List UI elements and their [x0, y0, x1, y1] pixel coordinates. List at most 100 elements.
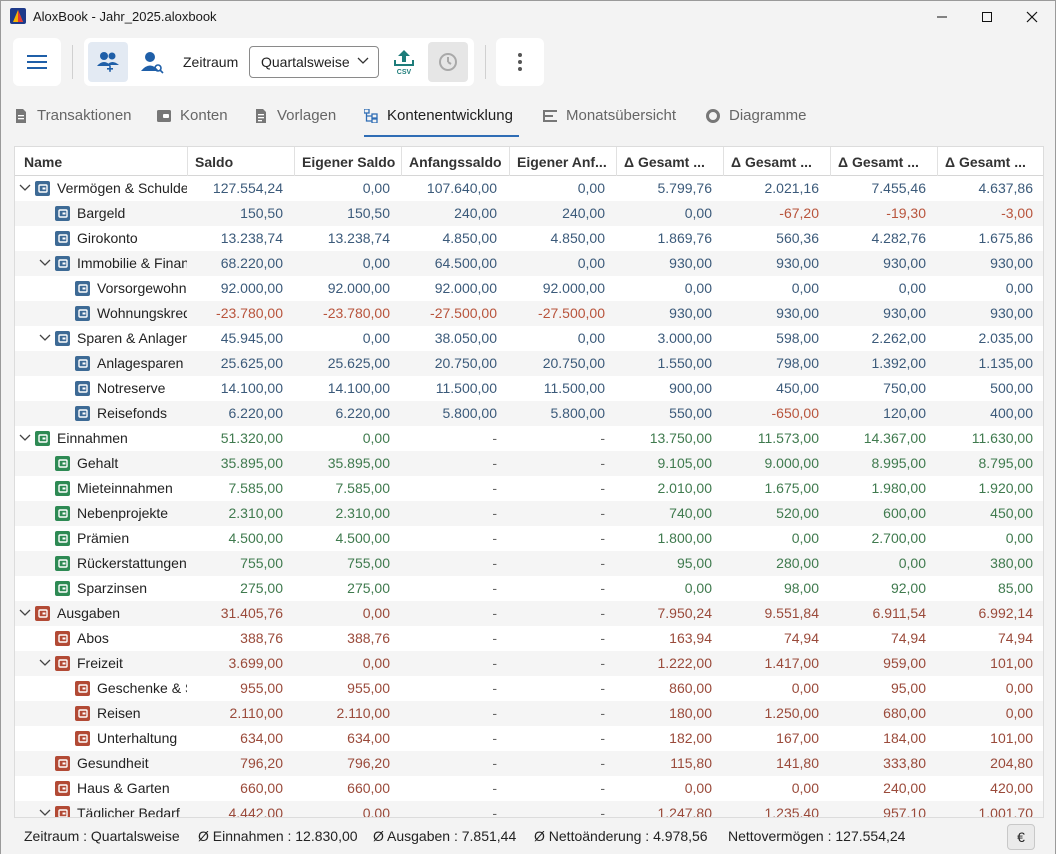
tab-vorlagen[interactable]: Vorlagen — [254, 107, 336, 137]
value-cell: 45.945,00 — [220, 330, 283, 346]
account-wallet-icon — [55, 456, 70, 471]
account-name: Vorsorgewohnung — [97, 280, 187, 296]
column-header[interactable]: Δ Gesamt ... — [624, 154, 724, 170]
value-cell: 115,80 — [670, 755, 712, 771]
app-window: AloxBook - Jahr_2025.aloxbook CSV Zeitra… — [0, 0, 1056, 854]
column-header[interactable]: Saldo — [195, 154, 295, 170]
value-cell: 560,36 — [776, 230, 819, 246]
more-options-button[interactable] — [500, 42, 540, 82]
tab-kontenentwicklung[interactable]: Kontenentwicklung — [364, 107, 513, 137]
column-separator[interactable] — [294, 147, 295, 176]
table-row[interactable]: Sparzinsen 275,00 275,00 - - 0,00 98,00 92,00 85… — [15, 576, 1043, 601]
value-cell: 3.000,00 — [657, 330, 713, 346]
table-row[interactable]: Notreserve 14.100,00 14.100,00 11.500,00 11.… — [15, 376, 1043, 401]
value-cell: - — [492, 480, 497, 496]
maximize-button[interactable] — [964, 1, 1010, 32]
table-row[interactable]: Prämien 4.500,00 4.500,00 - - 1.800,00 0,00 2.7… — [15, 526, 1043, 551]
value-cell: 240,00 — [454, 205, 497, 221]
tab-konten[interactable]: Konten — [157, 107, 228, 137]
value-cell: 180,00 — [669, 705, 712, 721]
column-separator[interactable] — [509, 147, 510, 176]
value-cell: 98,00 — [783, 580, 819, 596]
column-separator[interactable] — [830, 147, 831, 176]
column-separator[interactable] — [187, 147, 188, 176]
account-wallet-icon — [55, 206, 70, 221]
expand-chevron-icon[interactable] — [39, 807, 51, 818]
table-row[interactable]: Girokonto 13.238,74 13.238,74 4.850,00 4.850… — [15, 226, 1043, 251]
table-row[interactable]: Freizeit 3.699,00 0,00 - - 1.222,00 1.417,00 95… — [15, 651, 1043, 676]
account-wallet-icon — [75, 706, 90, 721]
csv-export-button[interactable]: CSV — [384, 42, 424, 82]
table-row[interactable]: Einnahmen 51.320,00 0,00 - - 13.750,00 11.573,… — [15, 426, 1043, 451]
table-row[interactable]: Vermögen & Schulden 127.554,24 0,00 107.640… — [15, 176, 1043, 201]
minimize-button[interactable] — [919, 1, 965, 32]
account-wallet-icon — [35, 431, 50, 446]
value-cell: 9.105,00 — [657, 455, 713, 471]
column-separator[interactable] — [401, 147, 402, 176]
column-separator[interactable] — [723, 147, 724, 176]
table-row[interactable]: Gesundheit 796,20 796,20 - - 115,80 141,80 333,… — [15, 751, 1043, 776]
table-row[interactable]: Anlagesparen 25.625,00 25.625,00 20.750,00 2… — [15, 351, 1043, 376]
zeitraum-label: Zeitraum — [183, 54, 239, 70]
table-row[interactable]: Sparen & Anlagen 45.945,00 0,00 38.050,00 0,… — [15, 326, 1043, 351]
table-row[interactable]: Bargeld 150,50 150,50 240,00 240,00 0,00 -67,2… — [15, 201, 1043, 226]
hamburger-menu-button[interactable] — [17, 42, 57, 82]
table-row[interactable]: Ausgaben 31.405,76 0,00 - - 7.950,24 9.551,84 6… — [15, 601, 1043, 626]
zeitraum-select[interactable]: Quartalsweise — [249, 46, 379, 78]
table-row[interactable]: Nebenprojekte 2.310,00 2.310,00 - - 740,00 520… — [15, 501, 1043, 526]
shared-users-button[interactable] — [88, 42, 128, 82]
close-button[interactable] — [1009, 1, 1055, 32]
value-cell: 755,00 — [240, 555, 283, 571]
column-header[interactable]: Δ Gesamt ... — [945, 154, 1040, 170]
value-cell: - — [492, 530, 497, 546]
column-header[interactable]: Eigener Saldo — [302, 154, 402, 170]
table-row[interactable]: Rückerstattungen 755,00 755,00 - - 95,00 280,0… — [15, 551, 1043, 576]
expand-chevron-icon[interactable] — [39, 332, 51, 344]
value-cell: - — [492, 555, 497, 571]
account-wallet-icon — [75, 281, 90, 296]
table-row[interactable]: Reisefonds 6.220,00 6.220,00 5.800,00 5.800,… — [15, 401, 1043, 426]
table-row[interactable]: Reisen 2.110,00 2.110,00 - - 180,00 1.250,00 68… — [15, 701, 1043, 726]
currency-button[interactable]: € — [1007, 824, 1035, 850]
account-wallet-icon — [55, 506, 70, 521]
account-name: Bargeld — [77, 205, 126, 221]
column-header[interactable]: Δ Gesamt ... — [731, 154, 831, 170]
value-cell: 25.625,00 — [327, 355, 390, 371]
expand-chevron-icon[interactable] — [39, 257, 51, 269]
value-cell: 0,00 — [362, 330, 390, 346]
expand-chevron-icon[interactable] — [39, 657, 51, 669]
column-header[interactable]: Anfangssaldo — [409, 154, 509, 170]
table-row[interactable]: Abos 388,76 388,76 - - 163,94 74,94 74,94 74,94 — [15, 626, 1043, 651]
table-row[interactable]: Gehalt 35.895,00 35.895,00 - - 9.105,00 9.000,… — [15, 451, 1043, 476]
value-cell: - — [492, 605, 497, 621]
tab-label: Vorlagen — [277, 107, 337, 124]
tab-diagramme[interactable]: Diagramme — [706, 107, 807, 137]
hamburger-icon — [27, 55, 47, 69]
tab-monatsuebersicht[interactable]: Monatsübersicht — [543, 107, 676, 137]
chevron-down-icon — [357, 57, 369, 64]
table-row[interactable]: Mieteinnahmen 7.585,00 7.585,00 - - 2.010,00 1… — [15, 476, 1043, 501]
column-header[interactable]: Name — [24, 154, 189, 170]
column-separator[interactable] — [937, 147, 938, 176]
expand-chevron-icon[interactable] — [19, 182, 31, 194]
tab-transaktionen[interactable]: Transaktionen — [14, 107, 132, 137]
value-cell: 14.100,00 — [327, 380, 390, 396]
table-row[interactable]: Haus & Garten 660,00 660,00 - - 0,00 0,00 240,0… — [15, 776, 1043, 801]
table-row[interactable]: Vorsorgewohnung 92.000,00 92.000,00 92.000,… — [15, 276, 1043, 301]
value-cell: 7.950,24 — [657, 605, 713, 621]
column-header[interactable]: Δ Gesamt ... — [838, 154, 938, 170]
value-cell: 400,00 — [990, 405, 1033, 421]
table-row[interactable]: Geschenke & Spenden 955,00 955,00 - - 860,00 0… — [15, 676, 1043, 701]
table-row[interactable]: Täglicher Bedarf 4.442,00 0,00 - - 1.247,80 1.… — [15, 801, 1043, 818]
value-cell: 5.800,00 — [442, 405, 498, 421]
history-button[interactable] — [428, 42, 468, 82]
column-separator[interactable] — [616, 147, 617, 176]
user-settings-button[interactable] — [132, 42, 172, 82]
table-row[interactable]: Immobilie & Finanzierung 68.220,00 0,00 64.… — [15, 251, 1043, 276]
column-header[interactable]: Eigener Anf... — [517, 154, 617, 170]
table-row[interactable]: Unterhaltung 634,00 634,00 - - 182,00 167,00 18… — [15, 726, 1043, 751]
expand-chevron-icon[interactable] — [19, 607, 31, 619]
value-cell: 7.585,00 — [335, 480, 391, 496]
table-row[interactable]: Wohnungskredit -23.780,00 -23.780,00 -27.50… — [15, 301, 1043, 326]
expand-chevron-icon[interactable] — [19, 432, 31, 444]
